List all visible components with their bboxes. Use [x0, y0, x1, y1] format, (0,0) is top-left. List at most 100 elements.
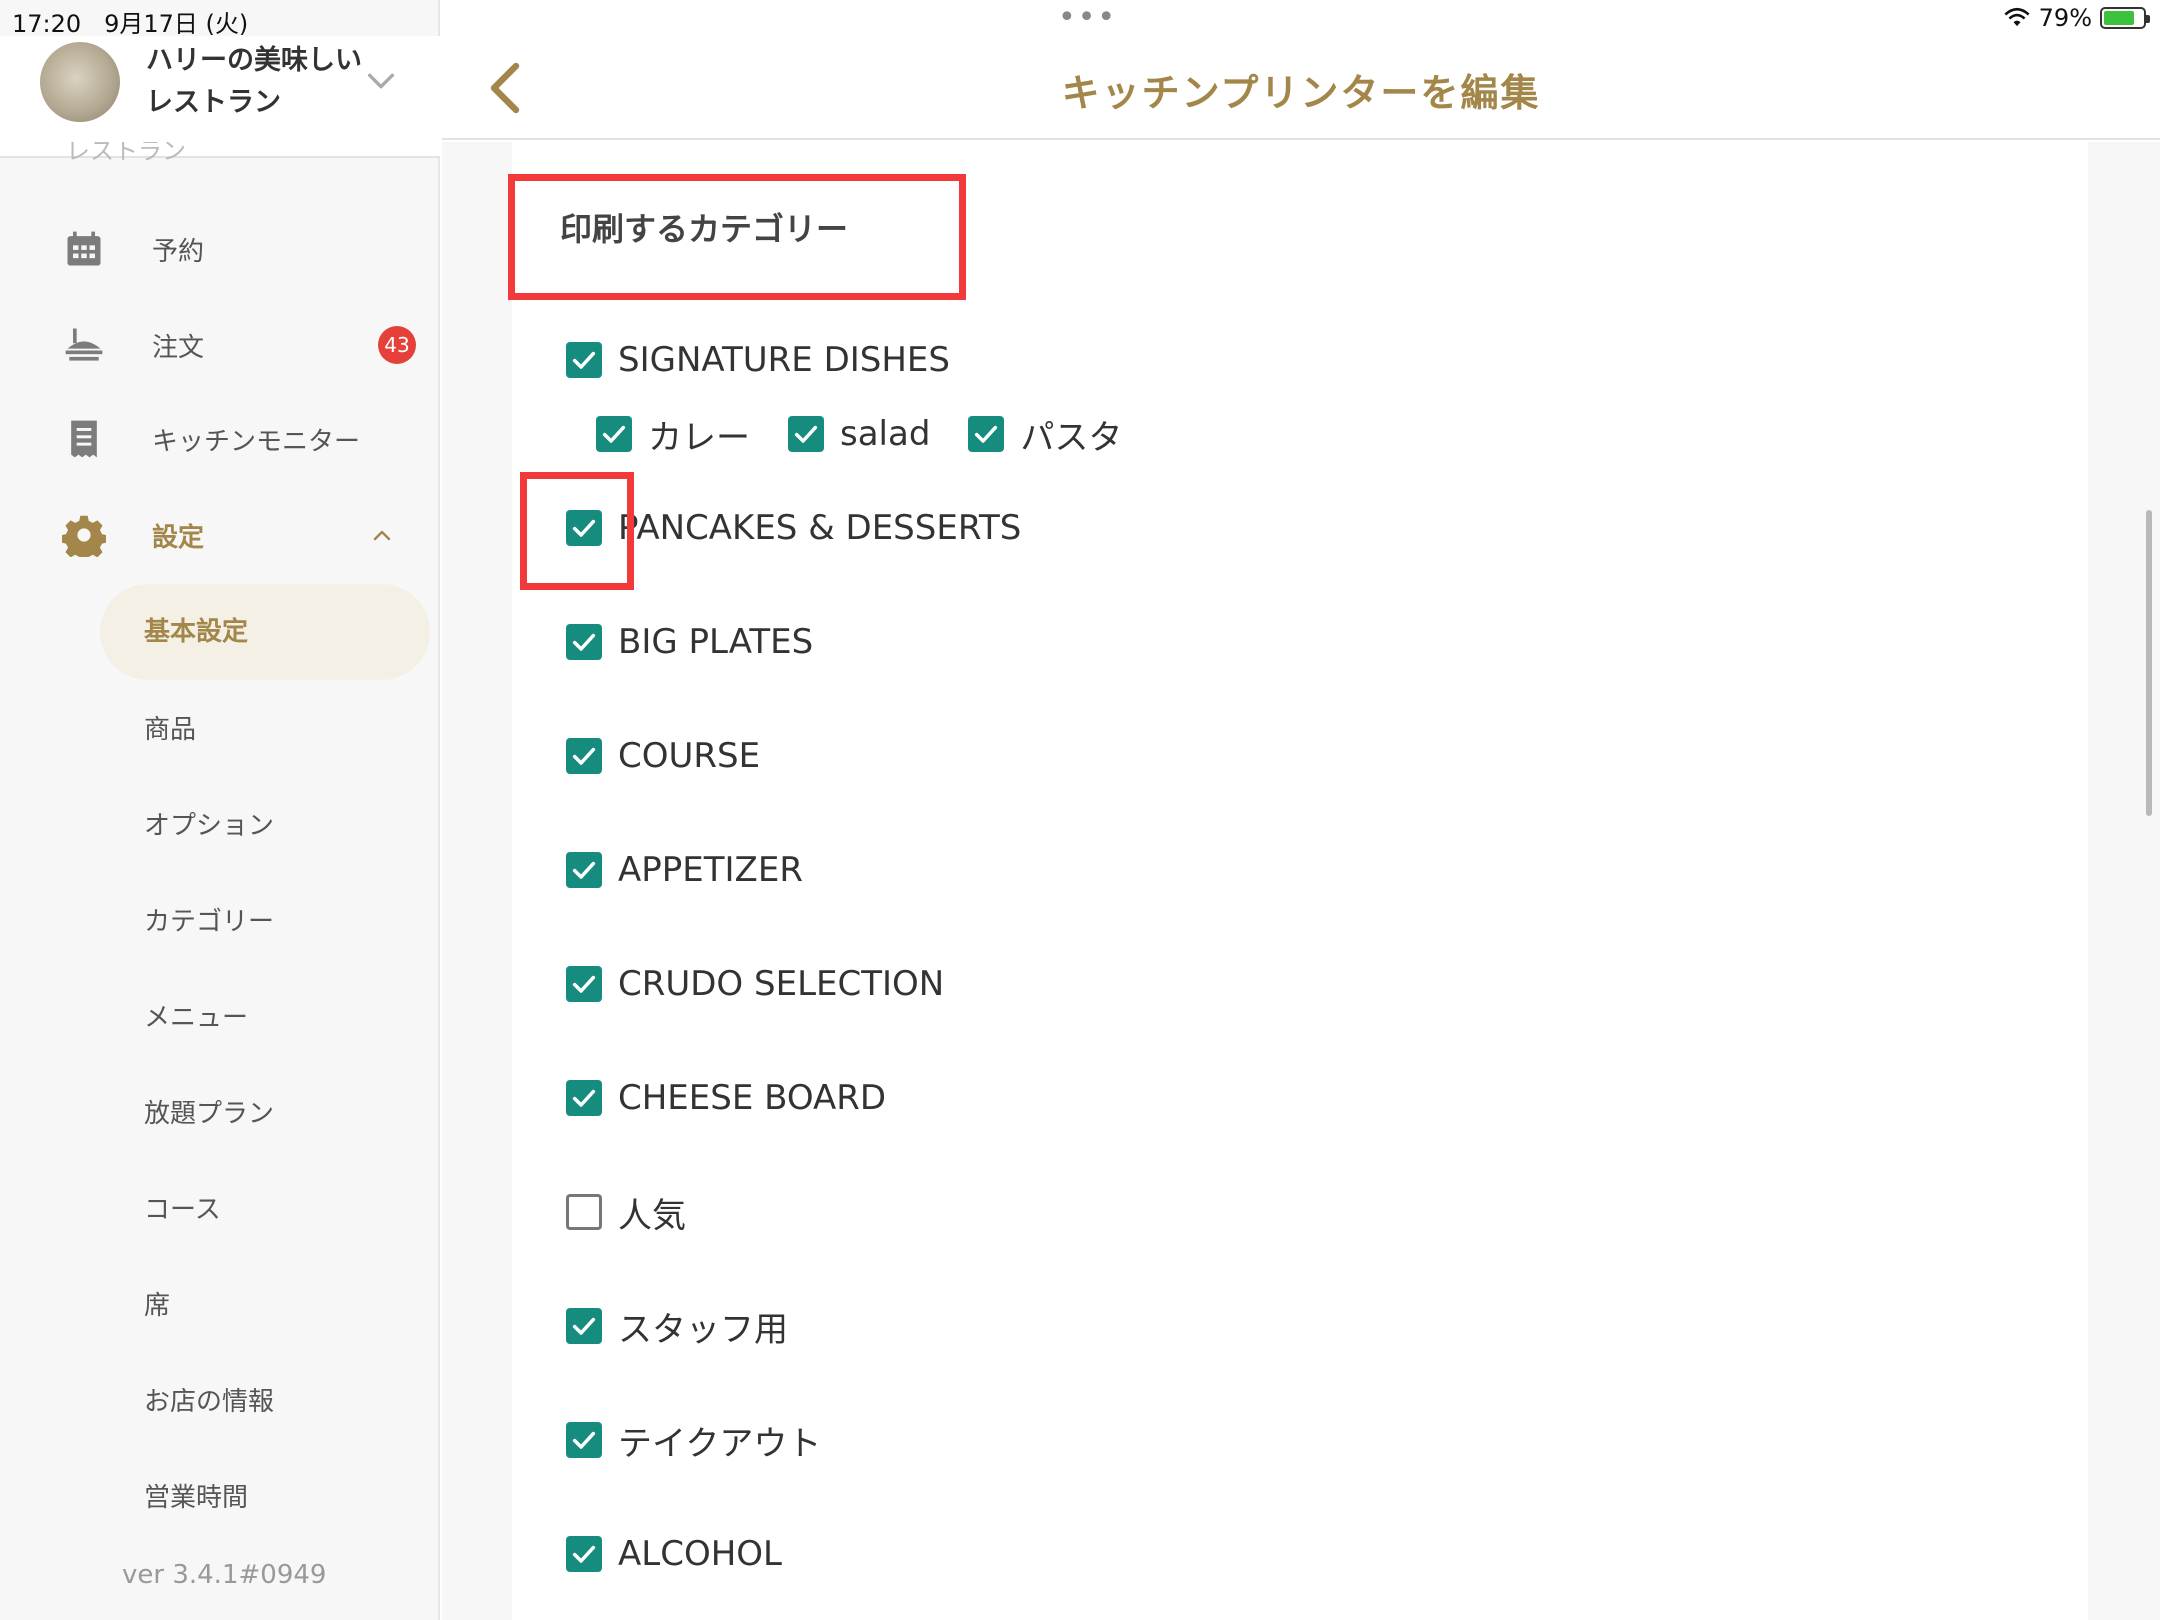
- sidebar-item-reservations[interactable]: 予約: [0, 204, 440, 294]
- category-label: PANCAKES & DESSERTS: [618, 508, 1022, 548]
- sidebar-subitem-label: 商品: [144, 714, 197, 745]
- battery-level: [2104, 11, 2135, 25]
- checkbox[interactable]: [566, 342, 602, 378]
- sidebar-subitem-label: コース: [144, 1194, 221, 1225]
- subcategory-label: salad: [840, 414, 931, 454]
- calendar-icon: [67, 231, 101, 266]
- checkbox[interactable]: [968, 416, 1005, 452]
- checkbox[interactable]: [566, 1422, 602, 1458]
- sidebar-subitem-label: 放題プラン: [144, 1098, 275, 1129]
- check-icon: [975, 425, 998, 443]
- scrollbar[interactable]: [2146, 510, 2152, 816]
- sidebar-item-label: 注文: [152, 332, 205, 363]
- category-checkbox-row[interactable]: COURSE: [566, 736, 760, 776]
- sidebar-subitem-categories[interactable]: カテゴリー: [0, 874, 440, 964]
- sidebar-subitem-basic-settings[interactable]: 基本設定: [0, 584, 440, 680]
- check-icon: [572, 975, 596, 993]
- category-label: BIG PLATES: [618, 622, 814, 662]
- checkbox[interactable]: [566, 852, 602, 888]
- category-checkbox-row[interactable]: CRUDO SELECTION: [566, 964, 944, 1004]
- chevron-down-icon[interactable]: [364, 64, 398, 98]
- multitask-dots[interactable]: •••: [1058, 0, 1117, 35]
- category-checkbox-row[interactable]: テイクアウト: [566, 1420, 821, 1464]
- sidebar-subitem-options[interactable]: オプション: [0, 778, 440, 868]
- checkbox[interactable]: [566, 1536, 602, 1572]
- category-label: テイクアウト: [618, 1423, 822, 1464]
- receipt-icon: [71, 420, 97, 458]
- order-tray-icon: [65, 328, 103, 361]
- sidebar-subitem-label: カテゴリー: [144, 906, 275, 937]
- category-checkbox-row[interactable]: ALCOHOL: [566, 1534, 782, 1574]
- category-checkbox-row[interactable]: 人気: [566, 1192, 686, 1236]
- status-indicators: 79%: [2003, 4, 2150, 32]
- checkbox[interactable]: [566, 1308, 602, 1344]
- wifi-icon: [2004, 7, 2030, 27]
- category-checkbox-row[interactable]: BIG PLATES: [566, 622, 813, 662]
- app-root: ハリーの美味しいレストラン レストラン 予約 注文 43 キッチンモニター 設定…: [0, 0, 2160, 1620]
- account-switcher[interactable]: ハリーの美味しいレストラン: [0, 36, 440, 158]
- subcategory-checkbox[interactable]: パスタ: [968, 410, 1122, 459]
- sidebar-item-label: 予約: [152, 236, 205, 267]
- category-checkbox-row[interactable]: APPETIZER: [566, 850, 803, 890]
- battery-tip: [2146, 15, 2150, 23]
- sidebar-subitem-label: メニュー: [144, 1002, 249, 1033]
- sidebar-item-orders[interactable]: 注文 43: [0, 300, 440, 390]
- sidebar-subitem-courses[interactable]: コース: [0, 1162, 440, 1252]
- page-title: キッチンプリンターを編集: [1061, 71, 1541, 115]
- sidebar-subitem-menu[interactable]: メニュー: [0, 970, 440, 1060]
- category-label: APPETIZER: [618, 850, 803, 890]
- checkbox[interactable]: [566, 966, 602, 1002]
- sidebar-subitem-store-info[interactable]: お店の情報: [0, 1354, 440, 1444]
- check-icon: [572, 633, 596, 651]
- app-version: ver 3.4.1#0949: [122, 1560, 327, 1590]
- restaurant-name: ハリーの美味しいレストラン: [146, 45, 362, 118]
- check-icon: [572, 351, 596, 369]
- sidebar-item-kitchen-monitor[interactable]: キッチンモニター: [0, 394, 440, 484]
- check-icon: [572, 1431, 596, 1449]
- checkbox[interactable]: [566, 624, 602, 660]
- subcategory-checkbox[interactable]: カレー: [596, 410, 750, 459]
- battery-percent: 79%: [2038, 4, 2092, 32]
- subcategory-checkbox[interactable]: salad: [788, 414, 930, 454]
- sidebar-subitem-products[interactable]: 商品: [0, 682, 440, 772]
- sidebar-subitem-label: 営業時間: [144, 1482, 249, 1513]
- check-icon: [572, 747, 596, 765]
- category-checkbox-row[interactable]: スタッフ用: [566, 1306, 788, 1350]
- category-checkbox-row[interactable]: SIGNATURE DISHES: [566, 340, 950, 380]
- battery-icon: [2100, 7, 2150, 29]
- checkbox[interactable]: [788, 416, 824, 452]
- sidebar-subitem-label: 席: [144, 1290, 171, 1321]
- category-label: COURSE: [618, 736, 761, 776]
- sidebar-subitem-seats[interactable]: 席: [0, 1258, 440, 1348]
- page-header: キッチンプリンターを編集: [442, 36, 2160, 140]
- checkbox[interactable]: [566, 738, 602, 774]
- check-icon: [572, 1317, 596, 1335]
- category-checkbox-row[interactable]: CHEESE BOARD: [566, 1078, 886, 1118]
- category-checkbox-row[interactable]: PANCAKES & DESSERTS: [566, 508, 1021, 548]
- sidebar-subitem-all-you-can-plans[interactable]: 放題プラン: [0, 1066, 440, 1156]
- sidebar-subitem-label: 基本設定: [144, 616, 249, 647]
- avatar: [40, 42, 120, 122]
- checkbox-unchecked[interactable]: [566, 1194, 602, 1230]
- status-time: 17:20: [12, 10, 82, 38]
- subcategory-label: カレー: [648, 417, 750, 458]
- category-label: CRUDO SELECTION: [618, 964, 945, 1004]
- order-count-badge: 43: [378, 326, 416, 364]
- sidebar-item-label: 設定: [152, 522, 205, 553]
- subcategory-label: パスタ: [1020, 417, 1123, 458]
- category-label: CHEESE BOARD: [618, 1078, 887, 1118]
- sidebar-item-settings[interactable]: 設定: [0, 490, 440, 580]
- chevron-up-icon[interactable]: [370, 523, 394, 547]
- subcategory-row: カレー salad パスタ: [596, 414, 1160, 458]
- sidebar-item-label: キッチンモニター: [152, 426, 361, 457]
- sidebar-subitem-label: オプション: [144, 810, 275, 841]
- category-label: スタッフ用: [618, 1309, 788, 1350]
- checkbox[interactable]: [566, 1080, 602, 1116]
- checkbox[interactable]: [596, 416, 632, 452]
- status-clock: 17:20 9月17日 (火): [12, 4, 248, 39]
- annotation-highlight-title: [508, 174, 966, 300]
- annotation-highlight-checkbox: [520, 472, 634, 590]
- sidebar-subitem-business-hours[interactable]: 営業時間: [0, 1450, 440, 1540]
- check-icon: [794, 425, 818, 443]
- category-label: ALCOHOL: [618, 1534, 782, 1574]
